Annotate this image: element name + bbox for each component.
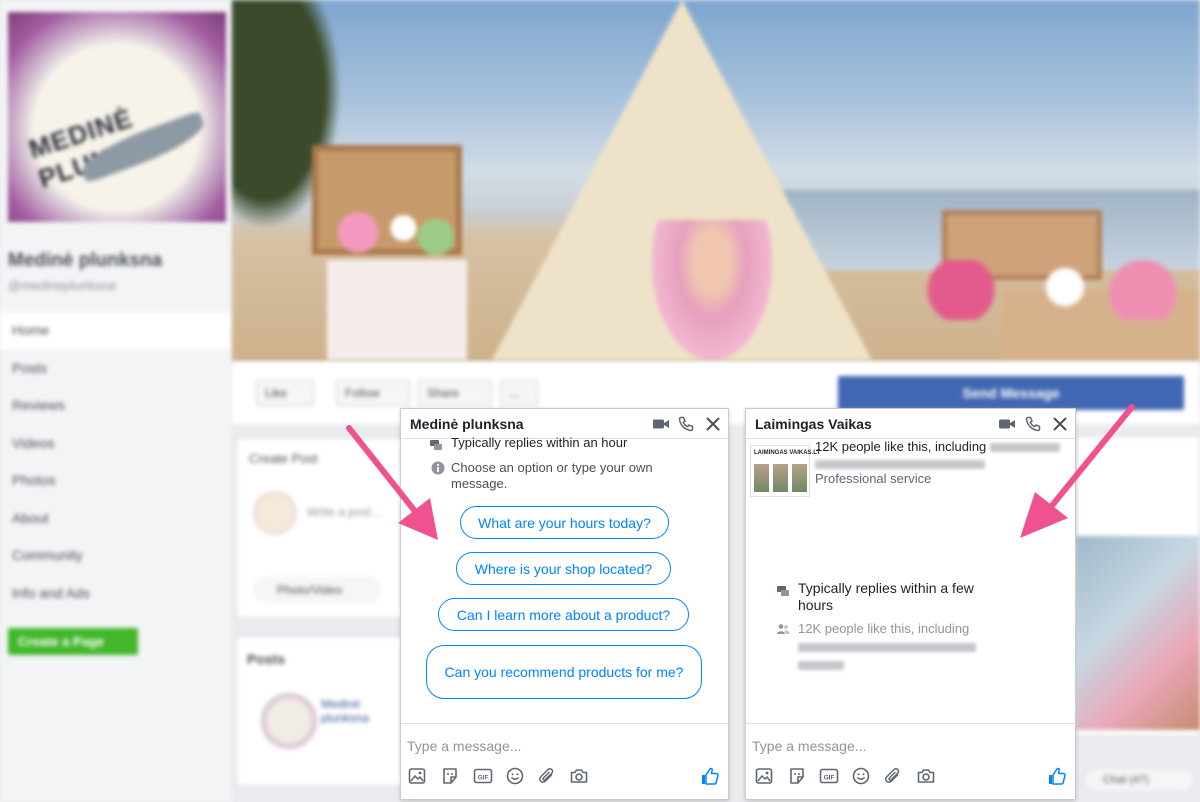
like-button[interactable]: Like	[256, 380, 314, 406]
sidebar-item-info-and-ads[interactable]: Info and Ads	[0, 575, 232, 613]
gif-icon[interactable]: GIF	[473, 766, 493, 786]
page-likes-text: 12K people like this, including	[815, 439, 987, 454]
quick-reply-location[interactable]: Where is your shop located?	[456, 552, 671, 585]
right-column-photo[interactable]	[1076, 536, 1200, 730]
page-category: Professional service	[815, 471, 932, 486]
posts-heading: Posts	[247, 651, 286, 667]
gif-icon[interactable]: GIF	[819, 766, 839, 786]
sidebar-item-posts[interactable]: Posts	[0, 350, 232, 388]
page-handle[interactable]: @medineplunksna	[8, 278, 116, 293]
cover-flowers-right	[922, 260, 1182, 320]
sidebar-item-home[interactable]: Home	[0, 312, 232, 350]
thumbs-up-icon[interactable]	[1047, 766, 1067, 786]
quick-reply-hours[interactable]: What are your hours today?	[460, 506, 669, 539]
share-button[interactable]: Share	[418, 380, 492, 406]
people-like-text: 12K people like this, including	[798, 621, 976, 672]
chat-sidebar-chip[interactable]: Chat (47)	[1084, 768, 1194, 792]
sidebar-item-videos[interactable]: Videos	[0, 425, 232, 463]
chat-title[interactable]: Laimingas Vaikas	[755, 416, 872, 432]
cover-girl	[652, 220, 772, 360]
sidebar-item-photos[interactable]: Photos	[0, 462, 232, 500]
post-author-avatar[interactable]	[261, 693, 317, 749]
response-time-text: Typically replies within an hour	[451, 435, 628, 450]
chat-composer: GIF	[401, 723, 728, 799]
instruction-text: Choose an option or type your own messag…	[451, 460, 653, 491]
quick-reply-product-info[interactable]: Can I learn more about a product?	[438, 598, 689, 631]
camera-icon[interactable]	[569, 766, 589, 786]
thumbnail-photo	[773, 464, 788, 492]
profile-picture[interactable]: MEDINĖ PLUNKSNA	[8, 12, 226, 222]
people-icon	[776, 622, 790, 636]
cover-photo[interactable]	[232, 0, 1200, 362]
speech-bubble-icon	[776, 585, 790, 599]
chat-body: Typically replies within an hour Choose …	[401, 435, 728, 723]
post-author-name[interactable]: Medinė plunksna	[321, 697, 405, 725]
sidebar-nav: Home Posts Reviews Videos Photos About C…	[0, 312, 232, 612]
thumbnail-brand-text: LAIMINGAS VAIKAS.LT	[754, 450, 821, 456]
quick-reply-recommend[interactable]: Can you recommend products for me?	[426, 645, 702, 699]
pointer-arrow-left	[346, 425, 438, 540]
page-thumbnail[interactable]: LAIMINGAS VAIKAS.LT	[750, 445, 820, 497]
attachment-icon[interactable]	[537, 766, 557, 786]
svg-text:GIF: GIF	[478, 775, 489, 782]
thumbs-up-icon[interactable]	[700, 766, 720, 786]
create-page-button[interactable]: Create a Page	[8, 628, 138, 655]
follow-button[interactable]: Follow	[336, 380, 410, 406]
photo-icon[interactable]	[754, 766, 774, 786]
pointer-arrow-right	[1020, 404, 1135, 538]
redacted-names	[798, 643, 976, 653]
sticker-icon[interactable]	[787, 766, 807, 786]
redacted-names	[798, 661, 844, 671]
svg-text:GIF: GIF	[824, 775, 835, 782]
redacted-names	[815, 460, 985, 470]
attachment-icon[interactable]	[883, 766, 903, 786]
cover-flowers-left	[332, 210, 462, 255]
cover-box-left	[327, 260, 467, 360]
camera-icon[interactable]	[916, 766, 936, 786]
logo-text: MEDINĖ PLUNKSNA	[25, 102, 189, 194]
video-camera-icon[interactable]	[652, 415, 670, 433]
emoji-icon[interactable]	[851, 766, 871, 786]
thumbnail-photo	[792, 464, 807, 492]
thumbnail-photo	[754, 464, 769, 492]
page-sidebar: MEDINĖ PLUNKSNA Medinė plunksna @medinep…	[0, 0, 232, 802]
sticker-icon[interactable]	[440, 766, 460, 786]
emoji-icon[interactable]	[505, 766, 525, 786]
avatar	[253, 491, 297, 535]
sidebar-item-about[interactable]: About	[0, 500, 232, 538]
people-like-label: 12K people like this, including	[798, 621, 970, 636]
message-input[interactable]	[407, 736, 707, 756]
close-icon[interactable]	[704, 415, 722, 433]
photo-icon[interactable]	[407, 766, 427, 786]
chat-composer: GIF	[746, 723, 1075, 799]
sidebar-item-reviews[interactable]: Reviews	[0, 387, 232, 425]
phone-icon[interactable]	[677, 415, 695, 433]
response-time-text: Typically replies within a few hours	[798, 580, 974, 613]
photo-video-button[interactable]: Photo/Video	[253, 577, 381, 603]
page-name[interactable]: Medinė plunksna	[8, 250, 162, 272]
create-post-title[interactable]: Create Post	[249, 451, 318, 466]
more-button[interactable]: ...	[500, 380, 538, 406]
posts-card: Posts Medinė plunksna	[236, 636, 406, 786]
message-input[interactable]	[752, 736, 1052, 756]
sidebar-item-community[interactable]: Community	[0, 537, 232, 575]
